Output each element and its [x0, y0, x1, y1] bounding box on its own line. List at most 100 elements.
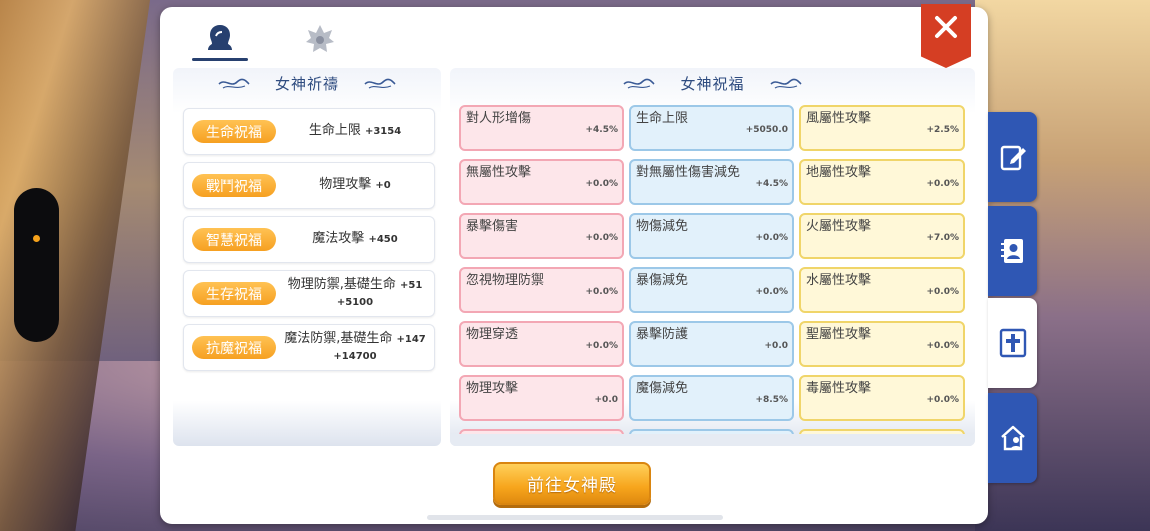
swirl-ornament-icon — [364, 78, 396, 89]
swirl-ornament-icon — [623, 78, 656, 89]
stat-value: +0.0% — [755, 233, 788, 243]
stat-cell: 地屬性攻擊 +0.0% — [799, 159, 965, 205]
stat-name: 暴擊防護 — [636, 327, 689, 342]
side-tab-goddess[interactable] — [988, 298, 1037, 388]
stat-label: 物理攻擊 — [319, 177, 372, 192]
stat-cell: 對人形增傷 +4.5% — [459, 105, 624, 151]
blessing-title: 女神祝福 — [680, 74, 745, 93]
list-item[interactable]: 智慧祝福 魔法攻擊 +450 — [183, 216, 435, 263]
stat-value: +0.0% — [585, 341, 618, 351]
goddess-prayer-section: 女神祈禱 生命祝福 生命上限 +3154 戰鬥祝福 物理攻擊 +0 智慧祝福 魔… — [173, 68, 441, 446]
stat-value: +0.0% — [755, 287, 788, 297]
stat-bonus: +51 — [399, 279, 423, 291]
stat-value: +5050.0 — [745, 125, 788, 135]
blessing-grid: 對人形增傷 +4.5% 生命上限 +5050.0 風屬性攻擊 +2.5% 無屬性攻擊 +… — [459, 105, 965, 446]
stat-cell: 忽視物理防禦 +0.0% — [459, 267, 624, 313]
stat-cell: 無屬性攻擊 +0.0% — [459, 159, 624, 205]
stat-name: 魔傷減免 — [636, 381, 689, 396]
emblem-icon — [306, 25, 334, 52]
stat-cell: 生命上限 +5050.0 — [629, 105, 794, 151]
prayer-header: 女神祈禱 — [173, 68, 441, 98]
blessing-stat: 物理防禦,基礎生命 +51 +5100 — [276, 277, 434, 311]
stat-label: 魔法攻擊 — [312, 231, 365, 246]
goddess-blessing-section[interactable]: 女神祝福 對人形增傷 +4.5% 生命上限 +5050.0 風屬性攻擊 +2.5% 無… — [450, 68, 975, 446]
blessing-badge: 抗魔祝福 — [192, 336, 276, 359]
stat-cell: 物傷減免 +0.0% — [629, 213, 794, 259]
tab-goddess[interactable] — [190, 15, 250, 63]
stat-label: 生命上限 — [308, 123, 361, 138]
notification-dot — [33, 235, 40, 242]
goddess-panel: 女神祈禱 生命祝福 生命上限 +3154 戰鬥祝福 物理攻擊 +0 智慧祝福 魔… — [160, 4, 988, 524]
stat-cell: 魔傷減免 +8.5% — [629, 375, 794, 421]
stat-bonus: +3154 — [364, 126, 402, 137]
guild-home-icon — [1000, 425, 1025, 451]
blessing-badge: 生存祝福 — [192, 282, 276, 305]
scroll-fade — [450, 434, 975, 446]
stat-value: +7.0% — [926, 233, 959, 243]
stat-name: 忽視物理防禦 — [466, 273, 545, 288]
stat-value: +4.5% — [755, 179, 788, 189]
home-indicator — [427, 515, 723, 520]
blessing-badge: 智慧祝福 — [192, 228, 276, 251]
stat-label: 魔法防禦,基礎生命 — [284, 330, 393, 346]
stat-cell: 暴擊傷害 +0.0% — [459, 213, 624, 259]
stat-value: +0.0% — [585, 179, 618, 189]
stat-cell: 毒屬性攻擊 +0.0% — [799, 375, 965, 421]
stat-value: +8.5% — [755, 395, 788, 405]
stat-bonus-secondary: +5100 — [336, 296, 374, 308]
stat-name: 對人形增傷 — [466, 111, 532, 126]
stat-name: 無屬性攻擊 — [466, 165, 532, 180]
blessing-stat: 生命上限 +3154 — [276, 123, 434, 140]
blessing-badge: 戰鬥祝福 — [192, 174, 276, 197]
blessing-badge: 生命祝福 — [192, 120, 276, 143]
swirl-ornament-icon — [218, 78, 250, 89]
side-joystick-bar[interactable] — [14, 188, 59, 342]
stat-name: 暴擊傷害 — [466, 219, 519, 234]
blessing-stat: 魔法防禦,基礎生命 +147 +14700 — [276, 331, 434, 365]
prayer-list: 生命祝福 生命上限 +3154 戰鬥祝福 物理攻擊 +0 智慧祝福 魔法攻擊 +… — [183, 108, 435, 378]
swirl-ornament-icon — [769, 78, 802, 89]
stat-cell: 暴擊防護 +0.0 — [629, 321, 794, 367]
close-button[interactable] — [921, 4, 971, 68]
stat-cell: 風屬性攻擊 +2.5% — [799, 105, 965, 151]
cross-icon — [999, 328, 1026, 358]
side-tab-edit[interactable] — [988, 112, 1037, 202]
stat-value: +0.0% — [926, 341, 959, 351]
stat-name: 風屬性攻擊 — [806, 111, 872, 126]
goddess-icon — [208, 25, 232, 50]
stat-name: 生命上限 — [636, 111, 689, 126]
stat-name: 聖屬性攻擊 — [806, 327, 872, 342]
stat-name: 物理穿透 — [466, 327, 519, 342]
list-item[interactable]: 戰鬥祝福 物理攻擊 +0 — [183, 162, 435, 209]
stat-value: +0.0% — [926, 395, 959, 405]
stat-bonus: +450 — [368, 234, 398, 245]
stat-name: 水屬性攻擊 — [806, 273, 872, 288]
close-icon — [935, 16, 957, 38]
stat-value: +0.0 — [594, 395, 618, 405]
stat-bonus: +147 — [396, 333, 426, 345]
side-tab-guild[interactable] — [988, 393, 1037, 483]
stat-cell: 物理穿透 +0.0% — [459, 321, 624, 367]
stat-name: 毒屬性攻擊 — [806, 381, 872, 396]
prayer-title: 女神祈禱 — [274, 74, 339, 93]
stat-value: +0.0% — [926, 179, 959, 189]
stat-cell: 火屬性攻擊 +7.0% — [799, 213, 965, 259]
stat-cell: 暴傷減免 +0.0% — [629, 267, 794, 313]
stat-cell: 水屬性攻擊 +0.0% — [799, 267, 965, 313]
stat-value: +4.5% — [585, 125, 618, 135]
tab-emblem[interactable] — [290, 15, 350, 63]
list-item[interactable]: 生存祝福 物理防禦,基礎生命 +51 +5100 — [183, 270, 435, 317]
go-to-goddess-temple-button[interactable]: 前往女神殿 — [493, 462, 651, 505]
stat-value: +0.0% — [926, 287, 959, 297]
list-item[interactable]: 抗魔祝福 魔法防禦,基礎生命 +147 +14700 — [183, 324, 435, 371]
stat-name: 物傷減免 — [636, 219, 689, 234]
stat-value: +2.5% — [926, 125, 959, 135]
stat-cell: 聖屬性攻擊 +0.0% — [799, 321, 965, 367]
top-tabs — [190, 15, 350, 65]
stat-cell: 對無屬性傷害減免 +4.5% — [629, 159, 794, 205]
side-tab-contacts[interactable] — [988, 206, 1037, 296]
blessing-stat: 魔法攻擊 +450 — [276, 231, 434, 248]
stat-name: 物理攻擊 — [466, 381, 519, 396]
list-item[interactable]: 生命祝福 生命上限 +3154 — [183, 108, 435, 155]
stat-value: +0.0 — [764, 341, 788, 351]
